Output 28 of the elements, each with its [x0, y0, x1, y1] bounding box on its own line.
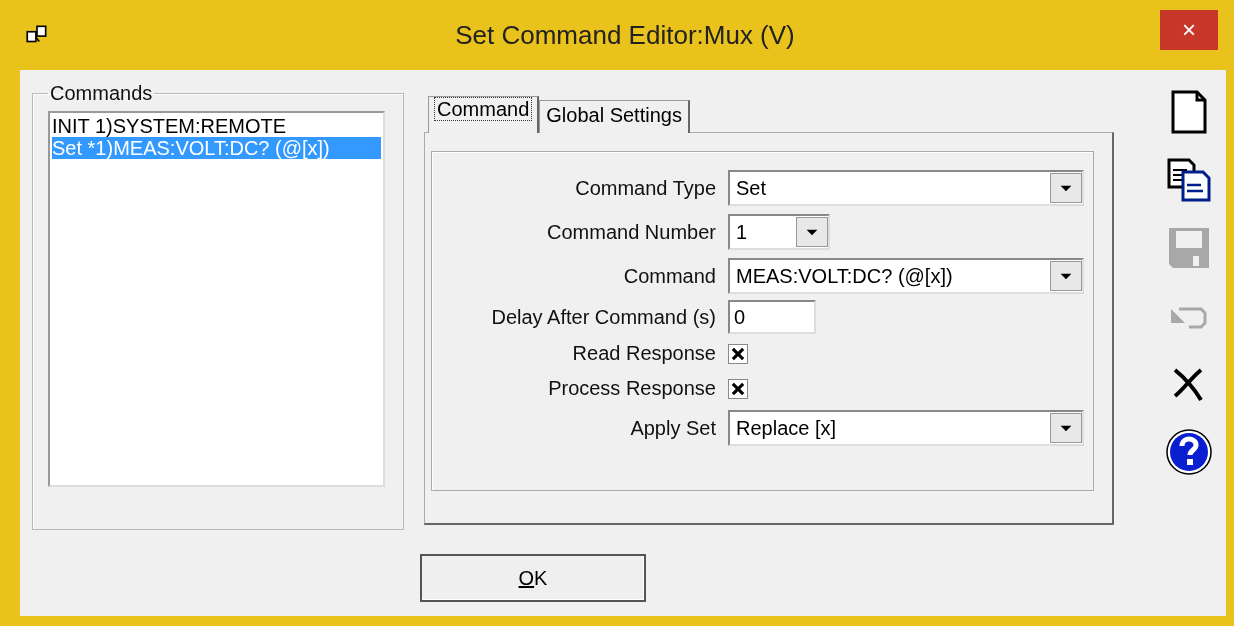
field-label: Command Type — [574, 176, 717, 200]
caret-icon — [1050, 261, 1082, 291]
field-label: Command — [622, 264, 717, 288]
command-item[interactable]: INIT 1)SYSTEM:REMOTE — [52, 115, 381, 137]
help-icon[interactable] — [1165, 428, 1213, 476]
input-field[interactable]: 0 — [728, 300, 816, 334]
dropdown[interactable]: Set — [728, 170, 1084, 206]
caret-icon — [1050, 173, 1082, 203]
caret-icon — [1050, 413, 1082, 443]
group-label: Commands — [49, 82, 154, 105]
copy-icon[interactable] — [1167, 158, 1211, 202]
tab[interactable]: Command — [428, 96, 540, 133]
dropdown[interactable]: Replace [x] — [728, 410, 1084, 446]
close-button[interactable]: × — [1160, 10, 1218, 50]
field-label: Command Number — [546, 220, 717, 244]
dropdown[interactable]: MEAS:VOLT:DC? (@[x]) — [728, 258, 1084, 294]
caret-icon — [796, 217, 828, 247]
window-title: Set Command Editor:Mux (V) — [454, 19, 796, 51]
tab[interactable]: Global Settings — [539, 100, 690, 133]
field-label: Read Response — [571, 342, 717, 365]
checkbox[interactable] — [728, 343, 748, 364]
field-label: Process Response — [547, 377, 717, 400]
dropdown[interactable]: 1 — [728, 214, 830, 250]
field-label: Delay After Command (s) — [490, 305, 717, 329]
new-document-icon[interactable] — [1169, 90, 1209, 134]
ok-button[interactable]: OK — [420, 554, 646, 602]
field-label: Apply Set — [629, 416, 717, 440]
checkbox[interactable] — [728, 378, 748, 399]
